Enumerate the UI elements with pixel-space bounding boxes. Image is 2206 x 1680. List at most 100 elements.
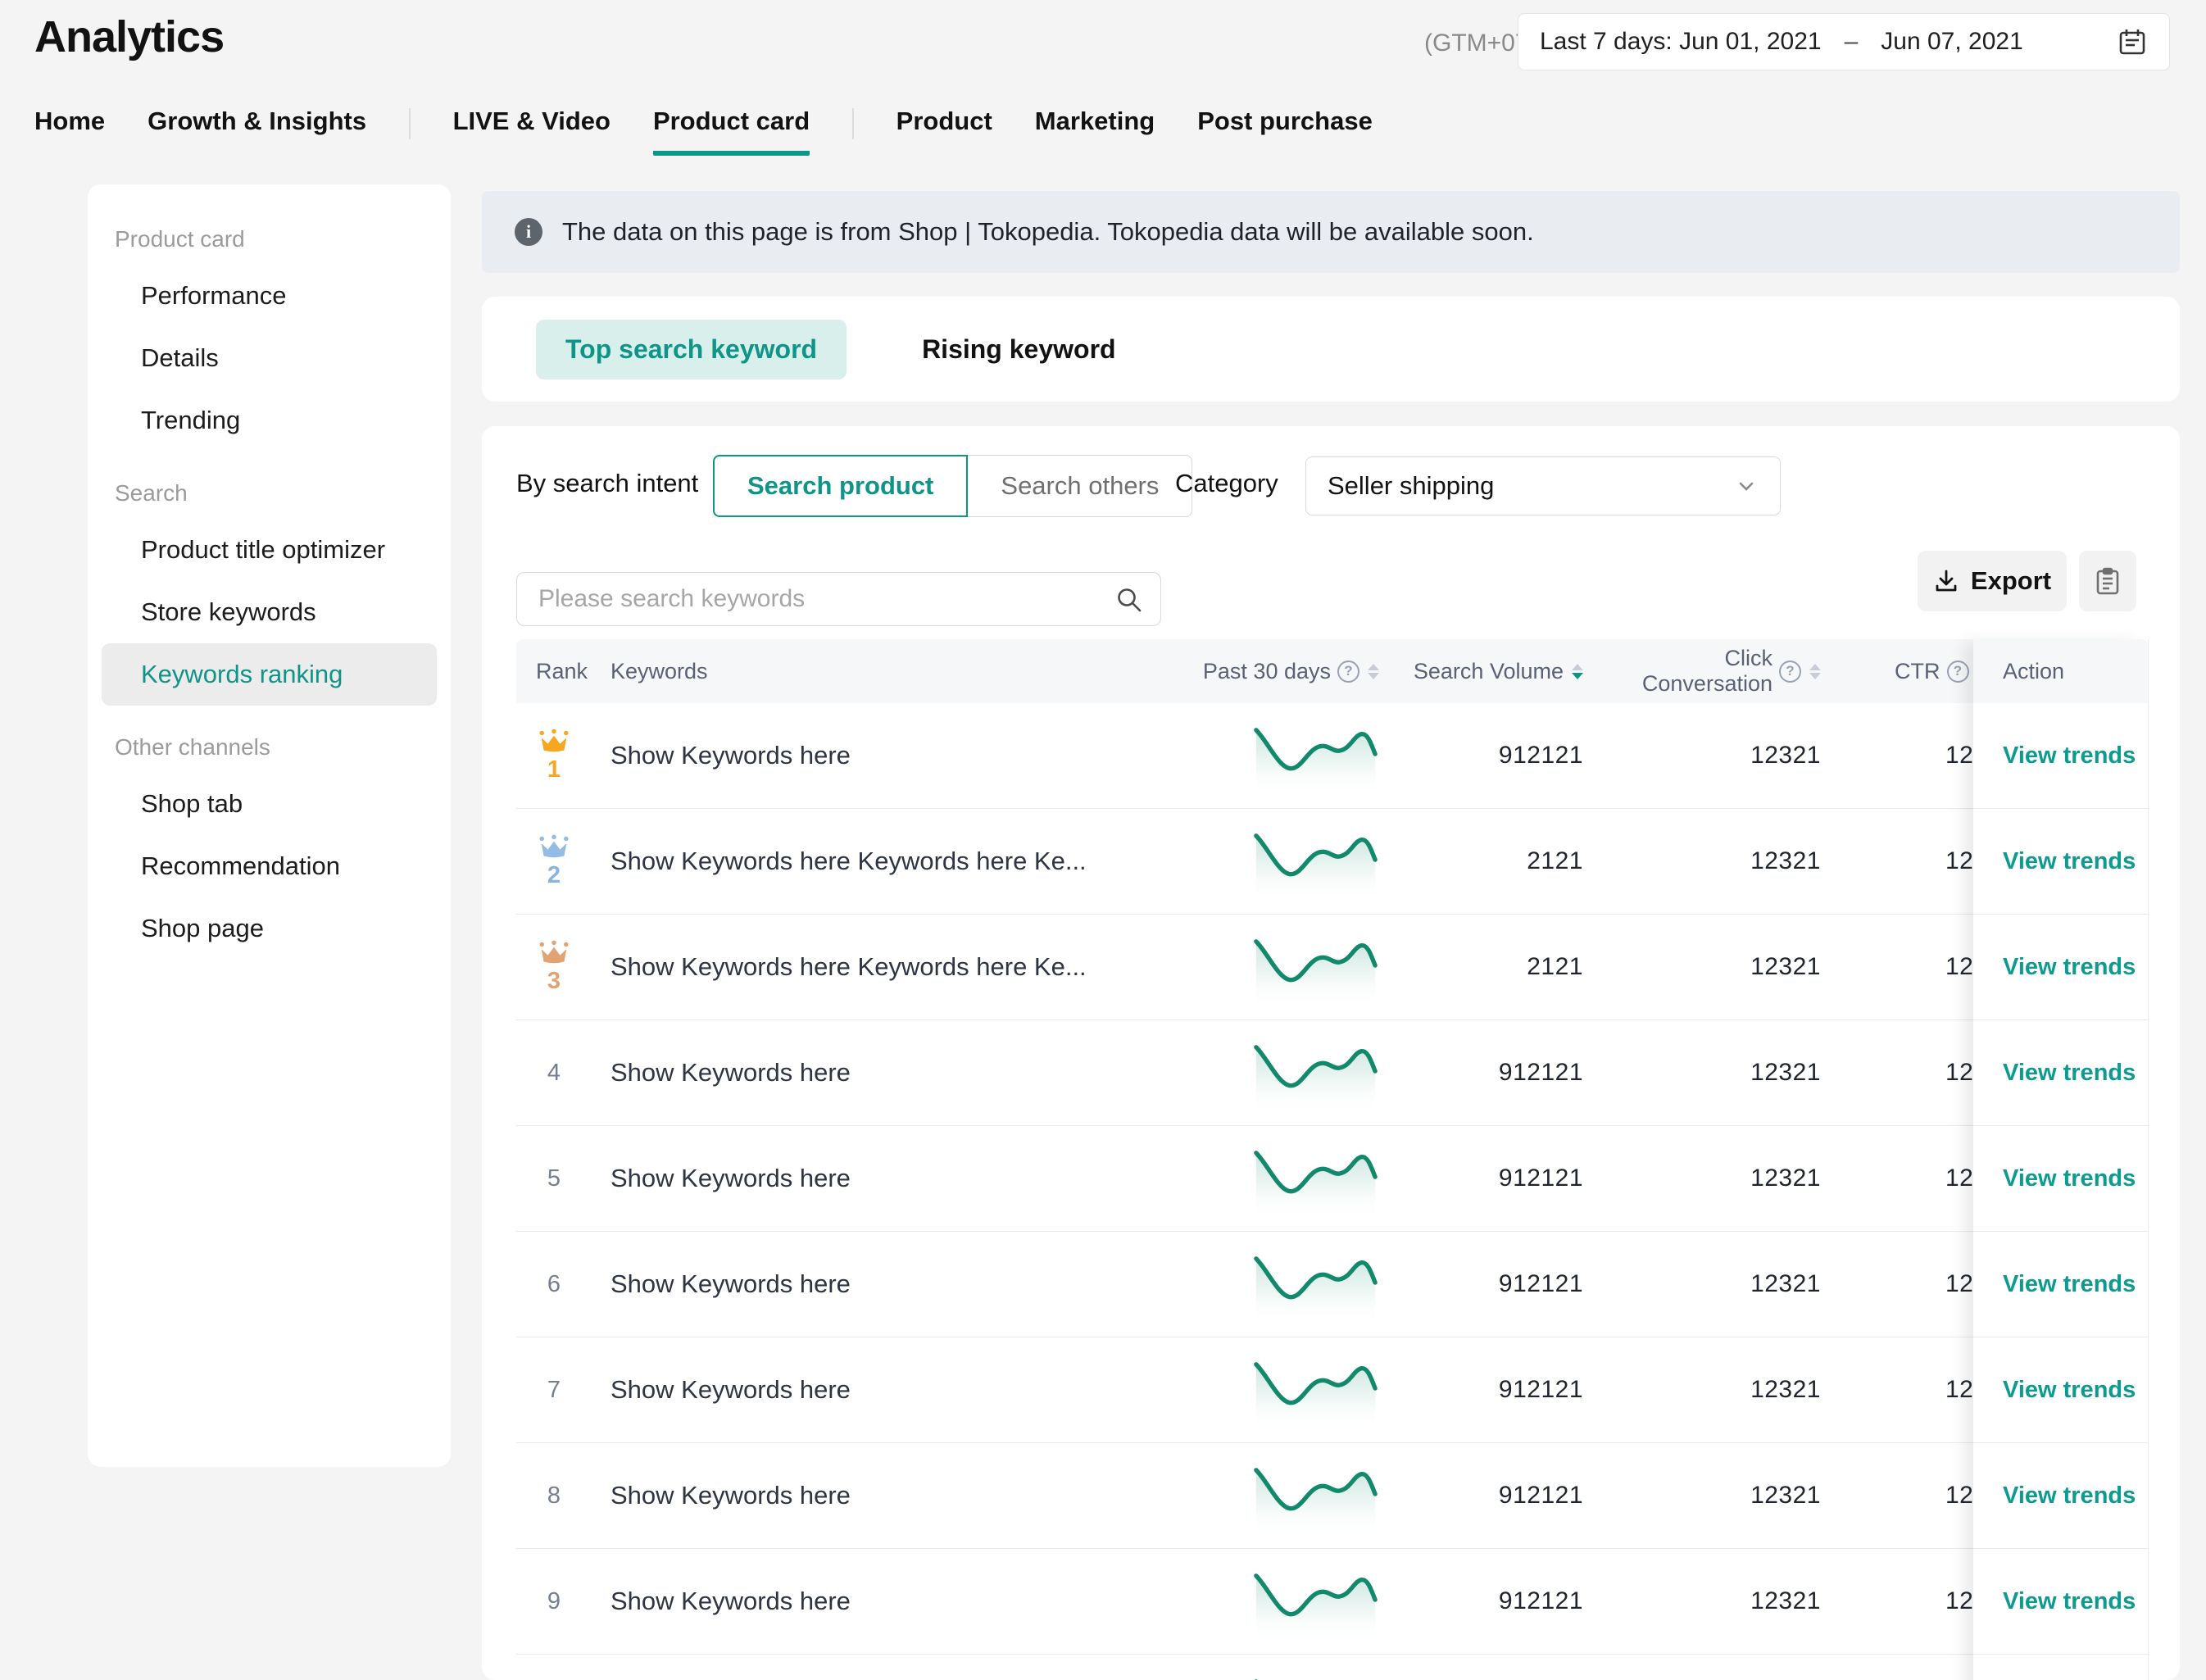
export-button-label: Export (1971, 566, 2051, 596)
category-select[interactable]: Seller shipping (1305, 456, 1781, 515)
category-label: Category (1175, 469, 1278, 498)
search-volume-value: 2121 (1527, 847, 1583, 874)
trend-sparkline (1251, 1353, 1379, 1427)
view-trends-link[interactable]: View trends (2003, 1060, 2136, 1087)
sidebar-item[interactable]: Performance (102, 265, 437, 327)
col-header-click-conversion[interactable]: Click Conversation ? (1590, 646, 1844, 697)
nav-item[interactable]: LIVE & Video (453, 107, 611, 151)
nav-item[interactable]: Product card (653, 107, 810, 156)
view-trends-link[interactable]: View trends (2003, 954, 2136, 981)
date-range-end: Jun 07, 2021 (1881, 28, 2022, 56)
sidebar-item[interactable]: Shop tab (102, 773, 437, 835)
keyword-tab[interactable]: Rising keyword (892, 320, 1146, 379)
search-volume-value: 912121 (1499, 1270, 1583, 1297)
rank-badge: 5 (536, 1165, 572, 1192)
sidebar-section-header: Product card (102, 219, 437, 260)
action-cell: View trends (1973, 1232, 2148, 1337)
action-cell: View trends (1973, 1337, 2148, 1443)
nav-item[interactable]: Home (34, 107, 105, 151)
sidebar-item[interactable]: Shop page (102, 897, 437, 960)
sidebar-section-header: Other channels (102, 727, 437, 768)
action-cell: View trends (1973, 1655, 2148, 1680)
trend-sparkline (1251, 1459, 1379, 1532)
rank-badge: 4 (536, 1060, 572, 1087)
report-list-button[interactable] (2079, 551, 2136, 611)
nav-divider (409, 108, 411, 139)
rank-badge: 3 (536, 940, 572, 995)
nav-item[interactable]: Marketing (1035, 107, 1155, 151)
nav-item[interactable]: Post purchase (1197, 107, 1373, 151)
search-volume-value: 912121 (1499, 1059, 1583, 1086)
download-icon (1933, 568, 1959, 594)
view-trends-link[interactable]: View trends (2003, 1271, 2136, 1298)
sort-icon[interactable] (1368, 664, 1379, 679)
sidebar-item[interactable]: Details (102, 327, 437, 389)
export-button[interactable]: Export (1918, 551, 2067, 611)
click-conversion-value: 12321 (1750, 1270, 1821, 1297)
col-header-volume[interactable]: Search Volume (1385, 659, 1590, 684)
keyword-tabs: Top search keyword Rising keyword (482, 297, 2180, 402)
click-conversion-value: 12321 (1750, 742, 1821, 769)
sidebar-item[interactable]: Keywords ranking (102, 643, 437, 706)
sidebar-item[interactable]: Product title optimizer (102, 519, 437, 581)
help-icon[interactable]: ? (1779, 661, 1801, 683)
view-trends-link[interactable]: View trends (2003, 1165, 2136, 1192)
primary-nav: Home Growth & Insights LIVE & Video Product… (34, 107, 1415, 156)
crown-icon (538, 834, 570, 860)
keyword-search-input[interactable] (516, 572, 1161, 626)
sidebar-item[interactable]: Trending (102, 389, 437, 452)
keyword-text: Show Keywords here (611, 1058, 851, 1087)
search-volume-value: 912121 (1499, 1482, 1583, 1509)
rank-badge: 8 (536, 1482, 572, 1510)
action-cell: View trends (1973, 915, 2148, 1020)
sort-icon-active-desc[interactable] (1572, 664, 1583, 679)
table-row: 3 Show Keywords here Keywords here Ke... (516, 915, 2149, 1020)
view-trends-link[interactable]: View trends (2003, 848, 2136, 875)
view-trends-link[interactable]: View trends (2003, 1377, 2136, 1404)
search-icon[interactable] (1115, 586, 1143, 614)
search-intent-option[interactable]: Search others (968, 455, 1192, 517)
search-volume-value: 2121 (1527, 953, 1583, 980)
table-row: 7 Show Keywords here 91 (516, 1337, 2149, 1443)
nav-item[interactable]: Product (896, 107, 992, 151)
keyword-text: Show Keywords here Keywords here Ke... (611, 952, 1087, 981)
date-range-separator: – (1845, 28, 1859, 56)
table-row: 9 Show Keywords here 91 (516, 1549, 2149, 1655)
sidebar-section: Other channels Shop tabRecommendationSho… (102, 727, 437, 960)
col-header-keywords: Keywords (611, 659, 1168, 684)
category-select-value: Seller shipping (1328, 471, 1494, 501)
col-header-trend[interactable]: Past 30 days ? (1168, 659, 1385, 684)
sidebar-item[interactable]: Recommendation (102, 835, 437, 897)
nav-item[interactable]: Growth & Insights (148, 107, 366, 151)
sidebar-item[interactable]: Store keywords (102, 581, 437, 643)
click-conversion-value: 12321 (1750, 1059, 1821, 1086)
keywords-table-card: By search intent Search productSearch ot… (482, 426, 2180, 1680)
click-conversion-value: 12321 (1750, 1376, 1821, 1403)
table-row: 4 Show Keywords here 91 (516, 1020, 2149, 1126)
help-icon[interactable]: ? (1947, 661, 1969, 683)
keyword-text: Show Keywords here Keywords here Ke... (611, 847, 1087, 875)
sidebar-section-header: Search (102, 473, 437, 514)
search-intent-label: By search intent (516, 469, 698, 498)
trend-sparkline (1251, 1247, 1379, 1321)
trend-sparkline (1251, 1142, 1379, 1215)
view-trends-link[interactable]: View trends (2003, 1482, 2136, 1510)
info-banner: i The data on this page is from Shop | T… (482, 191, 2180, 273)
table-row: 5 Show Keywords here 91 (516, 1126, 2149, 1232)
action-cell: View trends (1973, 809, 2148, 915)
sort-icon[interactable] (1809, 664, 1821, 679)
view-trends-link[interactable]: View trends (2003, 742, 2136, 770)
search-intent-option[interactable]: Search product (713, 455, 968, 517)
action-cell: View trends (1973, 1126, 2148, 1232)
date-range-start: Last 7 days: Jun 01, 2021 (1540, 28, 1822, 56)
date-range-picker[interactable]: Last 7 days: Jun 01, 2021 – Jun 07, 2021 (1518, 13, 2170, 70)
info-icon: i (515, 218, 542, 246)
keyword-tab[interactable]: Top search keyword (536, 320, 847, 379)
crown-icon (538, 940, 570, 966)
rank-badge: 7 (536, 1377, 572, 1404)
clipboard-icon (2094, 566, 2122, 596)
view-trends-link[interactable]: View trends (2003, 1588, 2136, 1615)
help-icon[interactable]: ? (1337, 661, 1359, 683)
search-volume-value: 912121 (1499, 1587, 1583, 1614)
action-cell: View trends (1973, 1549, 2148, 1655)
